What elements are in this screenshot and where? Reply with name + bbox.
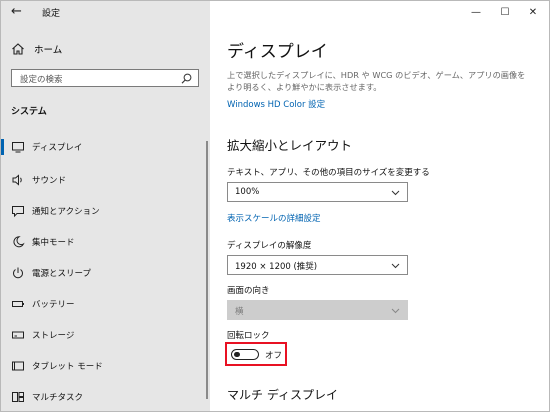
sidebar-item-battery[interactable]: バッテリー: [1, 294, 210, 314]
home-label: ホーム: [34, 45, 63, 56]
scale-dropdown[interactable]: 100%: [227, 182, 408, 202]
sidebar-item-notifications[interactable]: 通知とアクション: [1, 201, 210, 221]
chevron-down-icon: [391, 190, 400, 196]
power-icon: [13, 267, 23, 279]
scale-value: 100%: [235, 187, 260, 197]
home-icon: [12, 43, 24, 55]
resolution-value: 1920 × 1200 (推奨): [235, 262, 318, 272]
rotation-lock-label: 回転ロック: [227, 331, 270, 341]
main-pane: — ☐ ✕ ディスプレイ 上で選択したディスプレイに、HDR や WCG のビデ…: [210, 1, 549, 411]
back-arrow-icon[interactable]: ←: [11, 4, 22, 19]
orientation-dropdown: 横: [227, 300, 408, 320]
resolution-label: ディスプレイの解像度: [227, 241, 312, 251]
search-icon[interactable]: [181, 73, 192, 84]
multitask-icon: [12, 392, 24, 402]
sidebar: ← 設定 ホーム 設定の検索 システム ディスプレイ サウンド 通知とアクション…: [1, 1, 210, 411]
sidebar-item-display[interactable]: ディスプレイ: [1, 137, 210, 157]
sidebar-item-focus[interactable]: 集中モード: [1, 232, 210, 252]
sidebar-item-label: ストレージ: [32, 331, 75, 341]
sidebar-item-label: ディスプレイ: [32, 143, 83, 153]
search-placeholder: 設定の検索: [20, 75, 63, 85]
settings-window: ← 設定 ホーム 設定の検索 システム ディスプレイ サウンド 通知とアクション…: [0, 0, 550, 412]
sidebar-item-label: 通知とアクション: [32, 207, 100, 217]
sidebar-item-multitasking[interactable]: マルチタスク: [1, 387, 210, 407]
multi-display-heading: マルチ ディスプレイ: [227, 388, 338, 402]
orientation-value: 横: [235, 307, 244, 317]
sidebar-scrollbar[interactable]: [206, 141, 208, 399]
rotation-lock-state: オフ: [265, 351, 283, 361]
sidebar-item-tablet-mode[interactable]: タブレット モード: [1, 356, 210, 376]
scale-label: テキスト、アプリ、その他の項目のサイズを変更する: [227, 168, 430, 178]
rotation-lock-highlight: オフ: [225, 342, 287, 366]
scale-layout-heading: 拡大縮小とレイアウト: [227, 138, 353, 153]
window-title: 設定: [42, 9, 61, 19]
sidebar-item-label: タブレット モード: [32, 362, 103, 372]
chevron-down-icon: [391, 263, 400, 269]
page-title: ディスプレイ: [227, 42, 328, 62]
sidebar-item-label: サウンド: [32, 176, 67, 186]
sidebar-item-storage[interactable]: ストレージ: [1, 325, 210, 345]
search-input[interactable]: 設定の検索: [11, 69, 199, 87]
notification-icon: [12, 206, 24, 218]
sound-icon: [12, 174, 22, 186]
section-title-system: システム: [11, 107, 47, 117]
focus-moon-icon: [13, 236, 25, 248]
hdr-color-settings-link[interactable]: Windows HD Color 設定: [227, 98, 325, 110]
sidebar-item-label: マルチタスク: [32, 393, 84, 403]
sidebar-item-label: バッテリー: [32, 300, 75, 310]
chevron-down-icon: [391, 308, 400, 314]
sidebar-item-home[interactable]: ホーム: [11, 41, 62, 57]
resolution-dropdown[interactable]: 1920 × 1200 (推奨): [227, 255, 408, 275]
storage-icon: [12, 331, 24, 339]
battery-icon: [12, 301, 24, 307]
rotation-lock-toggle[interactable]: [231, 349, 259, 360]
advanced-scaling-link[interactable]: 表示スケールの詳細設定: [227, 212, 321, 224]
sidebar-item-power[interactable]: 電源とスリープ: [1, 263, 210, 283]
sidebar-item-sound[interactable]: サウンド: [1, 170, 210, 190]
close-button[interactable]: ✕: [517, 2, 549, 22]
sidebar-item-label: 集中モード: [32, 238, 75, 248]
hdr-description: 上で選択したディスプレイに、HDR や WCG のビデオ、ゲーム、アプリの画像を…: [227, 70, 526, 92]
display-icon: [12, 142, 24, 153]
toggle-knob: [234, 351, 240, 357]
minimize-button[interactable]: —: [460, 2, 492, 22]
sidebar-item-label: 電源とスリープ: [32, 269, 91, 279]
tablet-icon: [12, 361, 24, 371]
orientation-label: 画面の向き: [227, 286, 270, 296]
